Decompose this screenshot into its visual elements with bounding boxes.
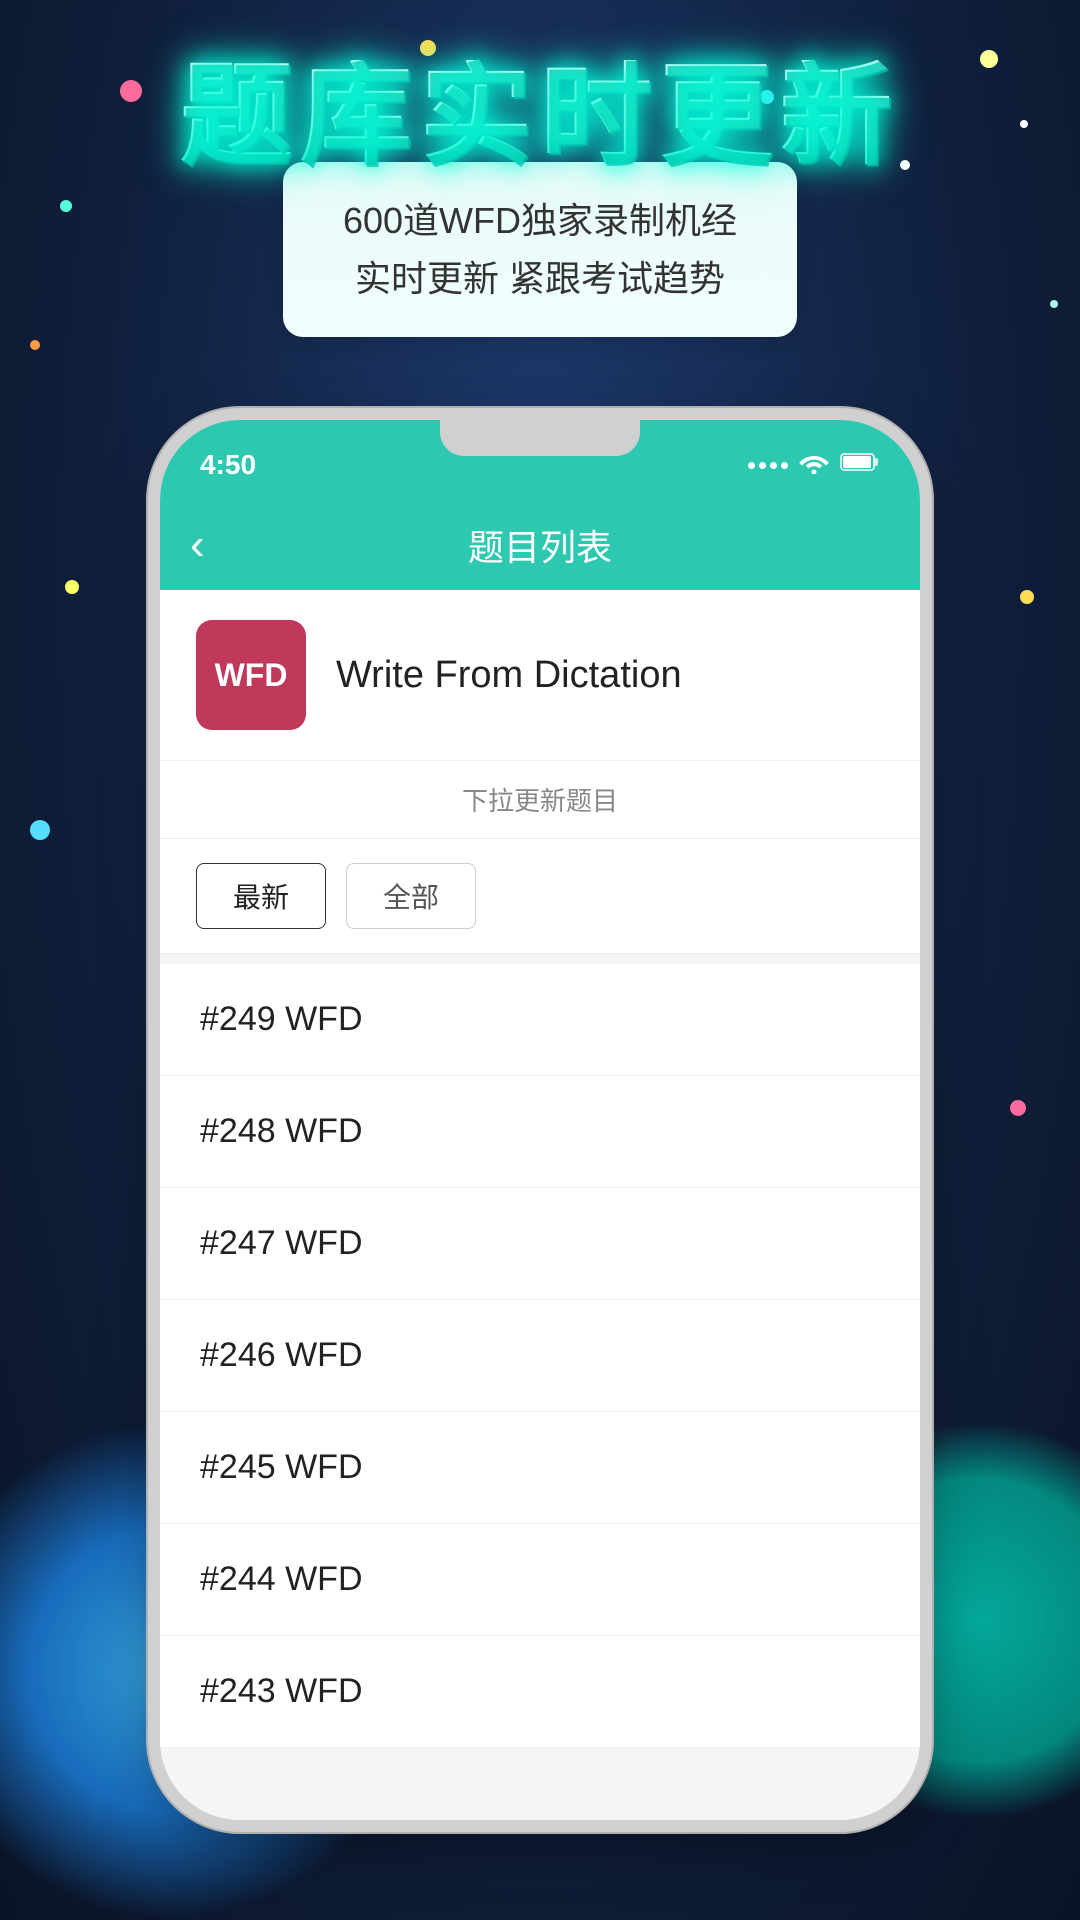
banner-subtitle-line2: 实时更新 紧跟考试趋势 xyxy=(355,258,725,299)
filter-tabs: 最新 全部 xyxy=(160,839,920,954)
list-item[interactable]: #249 WFD xyxy=(160,964,920,1076)
list-item[interactable]: #246 WFD xyxy=(160,1300,920,1412)
question-list: #249 WFD#248 WFD#247 WFD#246 WFD#245 WFD… xyxy=(160,964,920,1748)
banner-subtitle-line1: 600道WFD独家录制机经 xyxy=(343,200,737,241)
list-item[interactable]: #245 WFD xyxy=(160,1412,920,1524)
phone-content: WFD Write From Dictation 下拉更新题目 最新 全部 #2… xyxy=(160,590,920,1820)
wfd-icon-text: WFD xyxy=(215,657,288,694)
list-item[interactable]: #248 WFD xyxy=(160,1076,920,1188)
wfd-header: WFD Write From Dictation xyxy=(160,590,920,761)
filter-tab-latest[interactable]: 最新 xyxy=(196,863,326,929)
banner-subtitle-box: 600道WFD独家录制机经 实时更新 紧跟考试趋势 xyxy=(283,162,797,337)
filter-tab-all[interactable]: 全部 xyxy=(346,863,476,929)
banner-subtitle: 600道WFD独家录制机经 实时更新 紧跟考试趋势 xyxy=(343,192,737,307)
list-item[interactable]: #247 WFD xyxy=(160,1188,920,1300)
top-banner: 题库实时更新 600道WFD独家录制机经 实时更新 紧跟考试趋势 xyxy=(0,60,1080,337)
status-icons xyxy=(748,450,880,480)
list-item[interactable]: #243 WFD xyxy=(160,1636,920,1748)
pull-refresh-hint: 下拉更新题目 xyxy=(160,761,920,839)
list-item[interactable]: #244 WFD xyxy=(160,1524,920,1636)
wfd-title: Write From Dictation xyxy=(336,654,682,697)
wfd-icon: WFD xyxy=(196,620,306,730)
nav-title: 题目列表 xyxy=(468,519,612,571)
battery-icon xyxy=(840,451,880,479)
phone-mockup: 4:50 xyxy=(160,420,920,1820)
wifi-icon xyxy=(798,450,830,480)
nav-bar: ‹ 题目列表 xyxy=(160,500,920,590)
back-button[interactable]: ‹ xyxy=(190,520,205,570)
banner-title: 题库实时更新 xyxy=(180,60,900,172)
phone-notch xyxy=(440,420,640,456)
status-time: 4:50 xyxy=(200,449,256,481)
signal-icon xyxy=(748,462,788,469)
